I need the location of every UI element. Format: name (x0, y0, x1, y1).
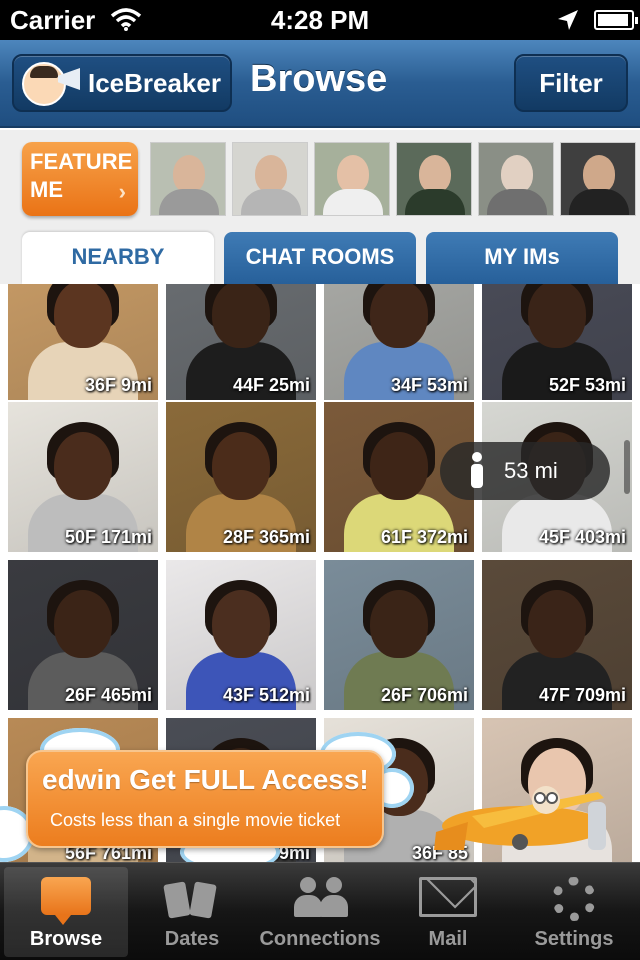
icebreaker-logo-button[interactable]: IceBreaker (12, 54, 232, 112)
featured-member-thumb[interactable] (232, 142, 308, 216)
tabbar-label: Dates (164, 928, 220, 950)
profile-tile[interactable]: 47F 709mi (482, 560, 632, 710)
logo-text: IceBreaker (88, 68, 221, 98)
profile-tile[interactable]: 26F 465mi (8, 560, 158, 710)
tabbar-connections[interactable]: Connections (256, 867, 384, 957)
filter-button[interactable]: Filter (514, 54, 628, 112)
tabbar-label: Browse (29, 928, 103, 950)
profile-age-distance: 34F 53mi (390, 375, 468, 395)
browse-tabs: NEARBY CHAT ROOMS MY IMs (0, 226, 640, 284)
featured-member-thumb[interactable] (150, 142, 226, 216)
profile-tile[interactable]: 44F 25mi (166, 284, 316, 400)
profile-tile[interactable]: 28F 365mi (166, 402, 316, 552)
mascot-logo-icon (22, 62, 66, 106)
featured-member-thumb[interactable] (478, 142, 554, 216)
profile-age-distance: 36F 9mi (84, 375, 152, 395)
featured-member-thumb[interactable] (560, 142, 636, 216)
profile-age-distance: 61F 372mi (380, 527, 468, 547)
featured-strip: FEATURE ME › (0, 130, 640, 226)
profile-age-distance: 50F 171mi (64, 527, 152, 547)
profile-tile[interactable]: 36F 9mi (8, 284, 158, 400)
person-icon (468, 452, 486, 488)
speech-bubble-icon (41, 877, 91, 925)
profile-tile[interactable]: 50F 171mi (8, 402, 158, 552)
profile-age-distance: 28F 365mi (222, 527, 310, 547)
promo-headline: edwin Get FULL Access! (42, 764, 369, 795)
airplane-mascot-icon (434, 786, 606, 850)
tabbar-label: Mail (428, 928, 468, 950)
tab-nearby[interactable]: NEARBY (22, 232, 214, 284)
profile-age-distance: 26F 706mi (380, 685, 468, 705)
location-arrow-icon (558, 10, 578, 30)
app-root: Carrier 4:28 PM IceBreaker Browse Filter… (0, 0, 640, 960)
profile-age-distance: 43F 512mi (222, 685, 310, 705)
profile-age-distance: 26F 465mi (64, 685, 152, 705)
featured-member-thumb[interactable] (314, 142, 390, 216)
tab-my-ims[interactable]: MY IMs (426, 232, 618, 284)
distance-text: 53 mi (504, 458, 558, 483)
profile-age-distance: 52F 53mi (548, 375, 626, 395)
profile-age-distance: 44F 25mi (232, 375, 310, 395)
profile-tile[interactable]: 34F 53mi (324, 284, 474, 400)
tabbar-label: Connections (259, 928, 381, 950)
battery-icon (594, 10, 638, 30)
gear-icon (552, 877, 596, 921)
scroll-indicator (624, 440, 630, 494)
status-bar: Carrier 4:28 PM (0, 0, 640, 40)
profile-tile[interactable]: 43F 512mi (166, 560, 316, 710)
envelope-icon (419, 877, 477, 917)
featured-member-thumb[interactable] (396, 142, 472, 216)
tab-bar: Browse Dates Connections Mail Settings (0, 862, 640, 960)
tabbar-dates[interactable]: Dates (130, 867, 254, 957)
tabbar-mail[interactable]: Mail (386, 867, 510, 957)
people-icon (288, 877, 352, 919)
nav-bar: IceBreaker Browse Filter (0, 40, 640, 128)
mugs-icon (164, 877, 220, 919)
clock: 4:28 PM (270, 5, 370, 35)
feature-me-label-line2: ME (30, 177, 63, 202)
profile-age-distance: 45F 403mi (538, 527, 626, 547)
tabbar-browse[interactable]: Browse (4, 867, 128, 957)
profile-age-distance: 47F 709mi (538, 685, 626, 705)
chevron-right-icon: › (118, 179, 126, 204)
tab-chat-rooms[interactable]: CHAT ROOMS (224, 232, 416, 284)
profile-tile[interactable]: 26F 706mi (324, 560, 474, 710)
feature-me-button[interactable]: FEATURE ME › (22, 142, 138, 216)
get-full-access-banner[interactable]: edwin Get FULL Access! Costs less than a… (26, 750, 384, 848)
upgrade-promo-layer: edwin Get FULL Access! Costs less than a… (0, 728, 640, 872)
promo-subline: Costs less than a single movie ticket (50, 810, 341, 830)
profile-tile[interactable]: 52F 53mi (482, 284, 632, 400)
tabbar-settings[interactable]: Settings (512, 867, 636, 957)
distance-indicator: 53 mi (440, 442, 610, 500)
page-title: Browse (250, 58, 388, 100)
feature-me-label-line1: FEATURE (30, 149, 133, 174)
tabbar-label: Settings (534, 928, 614, 950)
